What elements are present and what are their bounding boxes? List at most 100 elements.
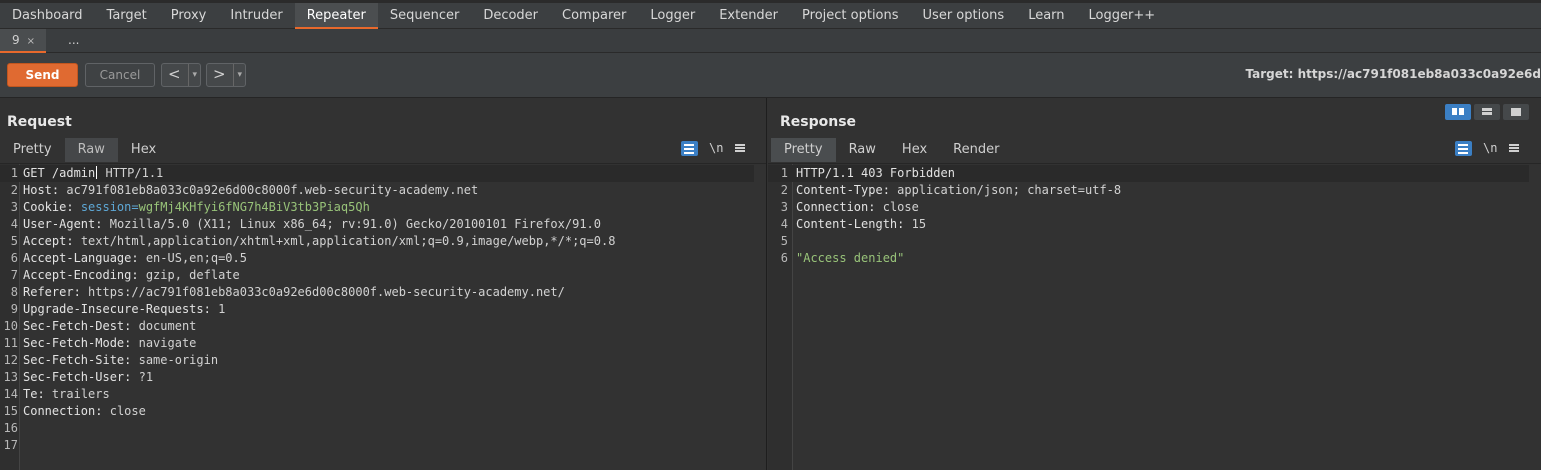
- line-content: Sec-Fetch-Site: same-origin: [23, 352, 218, 369]
- line-number: 17: [3, 438, 18, 452]
- split-vertical-icon[interactable]: [1474, 104, 1500, 120]
- line-content: User-Agent: Mozilla/5.0 (X11; Linux x86_…: [23, 216, 601, 233]
- line-number: 6: [10, 251, 18, 265]
- cancel-button[interactable]: Cancel: [85, 63, 155, 87]
- line-content: Sec-Fetch-User: ?1: [23, 369, 153, 386]
- request-line: 11 Sec-Fetch-Mode: navigate: [0, 335, 766, 352]
- line-content: GET /admin HTTP/1.1: [23, 165, 163, 182]
- tab-dashboard[interactable]: Dashboard: [0, 3, 95, 29]
- send-button[interactable]: Send: [7, 63, 78, 87]
- header-name: Te:: [23, 387, 45, 401]
- response-pane: Response Pretty Raw Hex Render \n 1 HTTP/1.1…: [768, 98, 1541, 470]
- tab-logger[interactable]: Logger++: [1077, 3, 1168, 29]
- header-value: text/html,application/xhtml+xml,applicat…: [80, 234, 616, 248]
- line-content: Accept-Encoding: gzip, deflate: [23, 267, 240, 284]
- response-tab-render[interactable]: Render: [940, 138, 1012, 162]
- new-tab-button[interactable]: ...: [56, 29, 79, 53]
- response-tab-pretty[interactable]: Pretty: [771, 138, 836, 162]
- tab-user-options[interactable]: User options: [911, 3, 1017, 29]
- chevron-right-icon: >: [213, 65, 226, 83]
- newline-toggle-icon[interactable]: \n: [1483, 141, 1497, 155]
- tab-logger[interactable]: Logger: [638, 3, 707, 29]
- line-number: 5: [780, 234, 788, 248]
- header-name: Accept-Language:: [23, 251, 139, 265]
- separator: [904, 217, 911, 231]
- header-value: document: [138, 319, 197, 333]
- header-name: HTTP/1.1 403 Forbidden: [796, 166, 955, 180]
- header-value: 15: [911, 217, 927, 231]
- request-tab-raw[interactable]: Raw: [64, 138, 118, 162]
- tab-intruder[interactable]: Intruder: [218, 3, 294, 29]
- request-editor[interactable]: 1 GET /admin HTTP/1.1 2 Host: ac791f081eb8a…: [0, 163, 766, 470]
- tab-target[interactable]: Target: [95, 3, 159, 29]
- request-tab-hex[interactable]: Hex: [118, 138, 169, 162]
- separator: [131, 336, 138, 350]
- word-wrap-icon[interactable]: [681, 140, 698, 156]
- header-value: navigate: [138, 336, 197, 350]
- line-number: 7: [10, 268, 18, 282]
- tab-comparer[interactable]: Comparer: [550, 3, 638, 29]
- chevron-down-icon[interactable]: ▾: [233, 64, 242, 86]
- history-forward-button[interactable]: > ▾: [206, 63, 246, 87]
- separator: [131, 370, 138, 384]
- line-number: 16: [3, 421, 18, 435]
- request-line: 3 Cookie: session=wgfMj4KHfyi6fNG7h4BiV3t…: [0, 199, 766, 216]
- request-tab-pretty[interactable]: Pretty: [0, 138, 65, 162]
- response-line: 3 Connection: close: [768, 199, 1541, 216]
- request-line: 17: [0, 437, 766, 454]
- main-tabs: Dashboard Target Proxy Intruder Repeater Sequ…: [0, 3, 1167, 29]
- response-tab-raw[interactable]: Raw: [836, 138, 889, 162]
- hamburger-menu-icon[interactable]: [1509, 147, 1520, 149]
- tab-project-options[interactable]: Project options: [790, 3, 911, 29]
- header-name: Accept:: [23, 234, 74, 248]
- hamburger-menu-icon[interactable]: [735, 147, 746, 149]
- line-number: 4: [10, 217, 18, 231]
- response-line: 2 Content-Type: application/json; charset…: [768, 182, 1541, 199]
- header-value: HTTP/1.1: [98, 166, 164, 180]
- word-wrap-icon[interactable]: [1455, 140, 1472, 156]
- line-number: 8: [10, 285, 18, 299]
- history-back-button[interactable]: < ▾: [161, 63, 201, 87]
- line-number: 1: [780, 166, 788, 180]
- line-content: Accept: text/html,application/xhtml+xml,…: [23, 233, 615, 250]
- separator: [74, 234, 81, 248]
- line-number: 2: [780, 183, 788, 197]
- repeater-tab-9[interactable]: 9 ×: [0, 29, 46, 53]
- separator: [211, 302, 218, 316]
- request-line: 7 Accept-Encoding: gzip, deflate: [0, 267, 766, 284]
- line-content: HTTP/1.1 403 Forbidden: [796, 165, 955, 182]
- single-pane-icon[interactable]: [1503, 104, 1529, 120]
- header-value: trailers: [51, 387, 110, 401]
- line-number: 3: [780, 200, 788, 214]
- request-line: 2 Host: ac791f081eb8a033c0a92e6d00c8000f.…: [0, 182, 766, 199]
- chevron-down-icon[interactable]: ▾: [188, 64, 197, 86]
- header-value: Mozilla/5.0 (X11; Linux x86_64; rv:91.0)…: [109, 217, 601, 231]
- header-value: ?1: [138, 370, 154, 384]
- request-line: 15 Connection: close: [0, 403, 766, 420]
- request-title: Request: [7, 114, 72, 130]
- target-label[interactable]: Target: https://ac791f081eb8a033c0a92e6d: [1246, 67, 1541, 81]
- tab-decoder[interactable]: Decoder: [471, 3, 550, 29]
- line-content: Connection: close: [796, 199, 919, 216]
- request-line: 8 Referer: https://ac791f081eb8a033c0a92e…: [0, 284, 766, 301]
- response-editor[interactable]: 1 HTTP/1.1 403 Forbidden 2 Content-Type: ap…: [768, 163, 1541, 470]
- close-icon[interactable]: ×: [27, 36, 35, 47]
- header-value: https://ac791f081eb8a033c0a92e6d00c8000f…: [88, 285, 565, 299]
- response-view-tabs: Pretty Raw Hex Render: [771, 138, 1012, 162]
- response-tab-hex[interactable]: Hex: [889, 138, 940, 162]
- line-content: Referer: https://ac791f081eb8a033c0a92e6…: [23, 284, 565, 301]
- tab-repeater[interactable]: Repeater: [294, 3, 378, 29]
- tab-learn[interactable]: Learn: [1016, 3, 1076, 29]
- tab-proxy[interactable]: Proxy: [159, 3, 219, 29]
- tab-extender[interactable]: Extender: [707, 3, 790, 29]
- tab-sequencer[interactable]: Sequencer: [378, 3, 471, 29]
- request-line: 1 GET /admin HTTP/1.1: [0, 165, 754, 182]
- header-value: gzip, deflate: [145, 268, 240, 282]
- header-value: ac791f081eb8a033c0a92e6d00c8000f.web-sec…: [66, 183, 479, 197]
- split-horizontal-icon[interactable]: [1445, 104, 1471, 120]
- response-line: 5: [768, 233, 1541, 250]
- line-content: Sec-Fetch-Dest: document: [23, 318, 196, 335]
- newline-toggle-icon[interactable]: \n: [709, 141, 723, 155]
- request-line: 4 User-Agent: Mozilla/5.0 (X11; Linux x86…: [0, 216, 766, 233]
- line-content: Content-Length: 15: [796, 216, 926, 233]
